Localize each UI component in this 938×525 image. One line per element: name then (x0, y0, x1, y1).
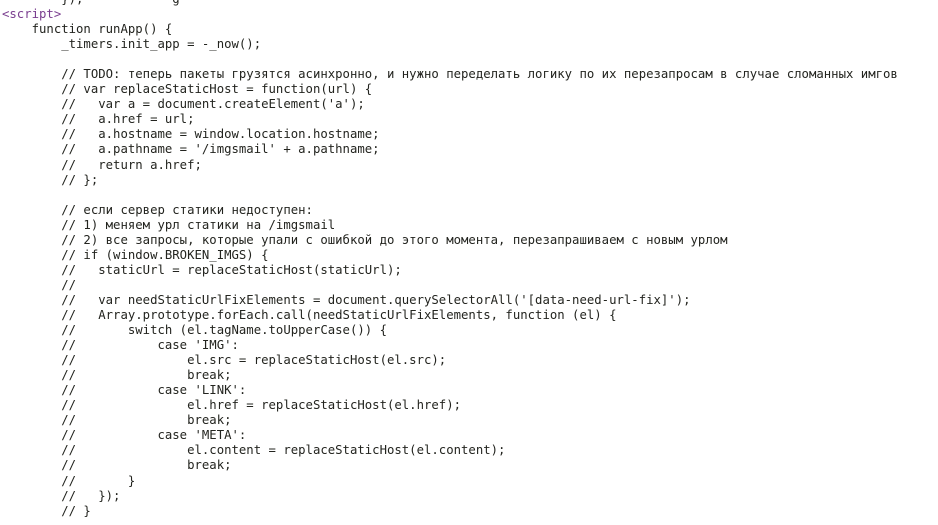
code-scroll-container[interactable]: }); g <script> function runApp() { _time… (0, 0, 938, 519)
code-line: // if (window.BROKEN_IMGS) { (2, 247, 269, 262)
code-line: // a.pathname = '/imgsmail' + a.pathname… (2, 142, 380, 157)
code-line: // 1) меняем урл статики на /imgsmail (2, 217, 336, 232)
code-line: <script> (2, 7, 62, 22)
code-line: // (2, 277, 77, 292)
code-line: // break; (2, 413, 232, 428)
code-line: // a.hostname = window.location.hostname… (2, 127, 380, 142)
source-code-body[interactable]: <script> function runApp() { _timers.ini… (0, 7, 938, 519)
code-line: // }); (2, 488, 121, 503)
code-line: // case 'META': (2, 428, 247, 443)
code-line: // } (2, 473, 136, 488)
code-line: // el.src = replaceStaticHost(el.src); (2, 353, 447, 368)
code-line-clipped: }); g (2, 0, 938, 7)
code-line: // case 'IMG': (2, 338, 239, 353)
code-line: // var replaceStaticHost = function(url)… (2, 82, 373, 97)
code-line: // break; (2, 368, 232, 383)
source-code-listing[interactable]: }); g (0, 0, 938, 7)
code-line: // el.content = replaceStaticHost(el.con… (2, 443, 506, 458)
code-line: // return a.href; (2, 157, 202, 172)
code-line: // 2) все запросы, которые упали с ошибк… (2, 232, 728, 247)
code-line: // TODO: теперь пакеты грузятся асинхрон… (2, 67, 898, 82)
code-line: // }; (2, 172, 99, 187)
code-line: // staticUrl = replaceStaticHost(staticU… (2, 262, 402, 277)
code-line: // если сервер статики недоступен: (2, 202, 313, 217)
code-line: // } (2, 503, 91, 518)
code-line: function runApp() { (2, 22, 173, 37)
code-line: // var a = document.createElement('a'); (2, 97, 365, 112)
code-line: // switch (el.tagName.toUpperCase()) { (2, 323, 387, 338)
code-line: _timers.init_app = -_now(); (2, 37, 262, 52)
code-line: // break; (2, 458, 232, 473)
code-line: // Array.prototype.forEach.call(needStat… (2, 307, 617, 322)
code-line: // var needStaticUrlFixElements = docume… (2, 292, 691, 307)
view-source-page: }); g <script> function runApp() { _time… (0, 0, 938, 525)
code-line: // el.href = replaceStaticHost(el.href); (2, 398, 462, 413)
code-line: // case 'LINK': (2, 383, 247, 398)
code-line: // a.href = url; (2, 112, 195, 127)
